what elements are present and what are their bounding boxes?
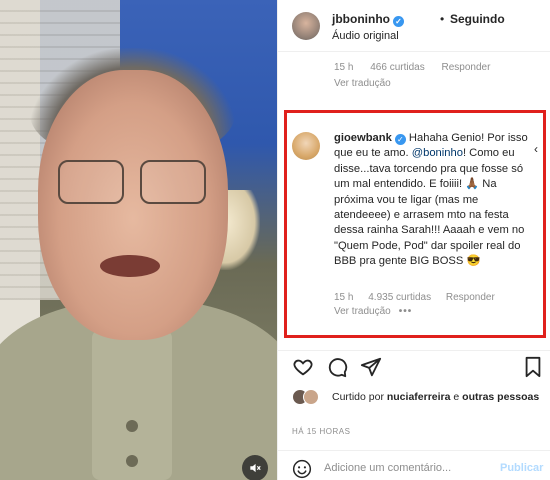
others-link[interactable]: outras pessoas	[462, 391, 539, 403]
author-username[interactable]: jbboninho ✓	[332, 12, 404, 27]
reply-button[interactable]: Responder	[446, 292, 495, 303]
commenter-avatar[interactable]	[292, 132, 320, 160]
comment-likes[interactable]: 466 curtidas	[370, 62, 424, 73]
action-bar	[278, 350, 550, 380]
emoji-icon[interactable]	[292, 459, 312, 479]
audio-link[interactable]: Áudio original	[332, 30, 399, 42]
shirt-button	[126, 420, 138, 432]
comment-time: 15 h	[334, 62, 354, 73]
post-timestamp: HÁ 15 HORAS	[292, 427, 351, 436]
following-button[interactable]: Seguindo	[450, 12, 505, 26]
mention-link[interactable]: @boninho	[412, 147, 463, 159]
translate-link[interactable]: Ver tradução	[334, 78, 391, 89]
heart-icon[interactable]	[292, 356, 314, 378]
translate-link[interactable]: Ver tradução	[334, 306, 391, 317]
liker-username[interactable]: nuciaferreira	[387, 391, 451, 403]
comment-body: gioewbank ✓ Hahaha Genio! Por isso que eu…	[334, 132, 528, 268]
share-icon[interactable]	[360, 356, 382, 378]
comment-options-icon[interactable]: ‹	[534, 142, 538, 156]
mute-button[interactable]	[242, 455, 268, 480]
reply-button[interactable]: Responder	[442, 62, 491, 73]
comment-icon[interactable]	[326, 356, 348, 378]
video-player[interactable]	[0, 0, 277, 480]
shirt-button	[126, 455, 138, 467]
comment-meta: 15 h 4.935 curtidas Responder	[334, 292, 507, 303]
glasses	[58, 160, 208, 208]
likes-text: Curtido por nuciaferreira e outras pesso…	[332, 391, 540, 403]
verified-icon: ✓	[392, 16, 404, 27]
liker-avatar	[303, 389, 319, 405]
bookmark-icon[interactable]	[522, 356, 544, 378]
author-avatar[interactable]	[292, 12, 320, 40]
previous-comment-meta: 15 h 466 curtidas Responder	[334, 62, 504, 73]
praying-hands-emoji: 🙏🏾	[465, 178, 480, 191]
more-options-icon[interactable]: •••	[399, 306, 413, 317]
comment-time: 15 h	[334, 292, 354, 303]
comment-translate-row: Ver tradução •••	[334, 306, 412, 317]
separator-dot: •	[440, 12, 445, 26]
mouth	[100, 255, 160, 277]
verified-icon: ✓	[394, 134, 406, 145]
commenter-username[interactable]: gioewbank	[334, 132, 392, 144]
publish-button[interactable]: Publicar	[500, 462, 543, 474]
comment-input[interactable]: Adicione um comentário...	[324, 462, 451, 474]
speaker-muted-icon	[250, 463, 261, 473]
post-panel: jbboninho ✓ • Seguindo Áudio original 15 …	[277, 0, 550, 480]
comment-likes[interactable]: 4.935 curtidas	[368, 292, 431, 303]
sunglasses-emoji: 😎	[466, 255, 481, 268]
